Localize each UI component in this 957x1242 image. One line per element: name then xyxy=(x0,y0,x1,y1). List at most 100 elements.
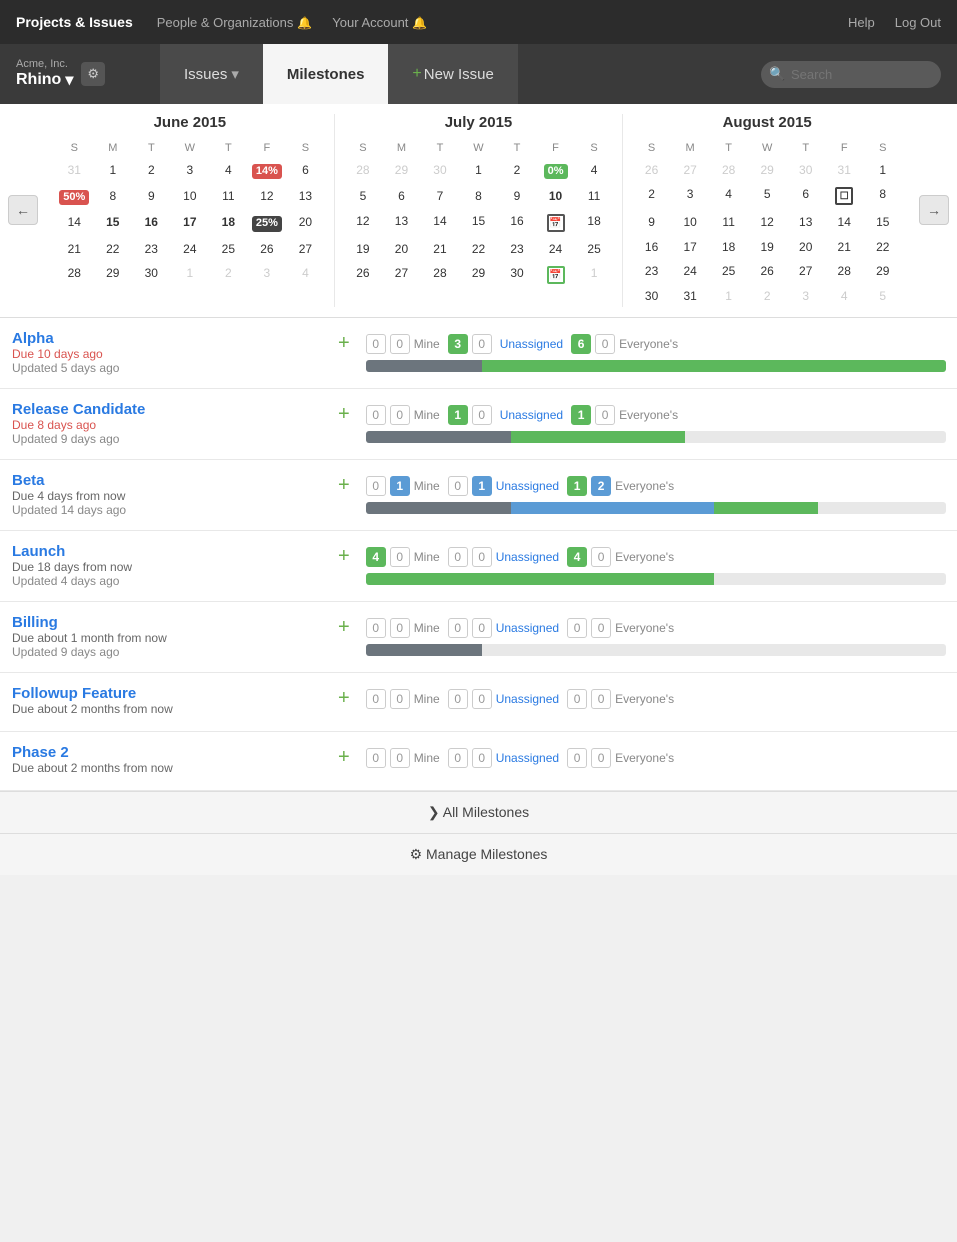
cal-day: 1 xyxy=(95,159,132,183)
progress-bar-launch xyxy=(366,573,946,585)
cal-day: 1 xyxy=(172,262,209,284)
everyone-open-phase2: 0 xyxy=(567,748,587,768)
cal-day: 3 xyxy=(249,262,286,284)
milestone-due-followup: Due about 2 months from now xyxy=(12,702,318,716)
milestones-section: Alpha Due 10 days ago Updated 5 days ago… xyxy=(0,318,957,791)
milestone-stats-beta: 0 1 Mine 0 1 Unassigned 1 2 Everyone's xyxy=(358,472,957,518)
cal-day: 2 xyxy=(499,159,536,183)
cal-day: 9 xyxy=(499,185,536,207)
manage-milestones-button[interactable]: ⚙ Manage Milestones xyxy=(0,833,957,875)
cal-day: 21 xyxy=(56,238,93,260)
tab-issues[interactable]: Issues ▾ xyxy=(160,44,263,104)
milestone-name-followup[interactable]: Followup Feature xyxy=(12,685,318,702)
milestone-row-launch: Launch Due 18 days from now Updated 4 da… xyxy=(0,531,957,602)
cal-day: 31 xyxy=(56,159,93,183)
brand-link[interactable]: Projects & Issues xyxy=(16,14,133,30)
unassigned-label-followup[interactable]: Unassigned xyxy=(496,692,559,706)
cal-day: 16 xyxy=(133,211,170,235)
people-orgs-link[interactable]: People & Organizations xyxy=(157,15,313,30)
cal-day: 30 xyxy=(787,159,824,181)
project-name[interactable]: Rhino xyxy=(16,70,73,90)
settings-gear-button[interactable]: ⚙ xyxy=(81,62,105,86)
cal-day-aug-icon[interactable]: ☐ xyxy=(826,183,863,209)
bell-icon-account xyxy=(412,15,427,30)
cal-day: 18 xyxy=(576,210,613,236)
tab-new-issue[interactable]: + New Issue xyxy=(388,44,517,104)
milestone-add-followup[interactable]: + xyxy=(330,687,358,710)
mine-open-rc: 0 xyxy=(366,405,386,425)
milestone-info-alpha: Alpha Due 10 days ago Updated 5 days ago xyxy=(0,330,330,376)
search-input[interactable] xyxy=(761,61,941,88)
cal-day: 10 xyxy=(172,185,209,209)
cal-day-icon1[interactable]: 📅 xyxy=(537,210,574,236)
milestone-due-launch: Due 18 days from now xyxy=(12,560,318,574)
unassigned-closed-followup: 0 xyxy=(472,689,492,709)
unassigned-label-rc[interactable]: Unassigned xyxy=(500,408,563,422)
cal-day-25pct[interactable]: 25% xyxy=(249,211,286,235)
cal-day: 1 xyxy=(710,285,747,307)
unassigned-label-alpha[interactable]: Unassigned xyxy=(500,337,563,351)
cal-day: 6 xyxy=(787,183,824,209)
mine-closed-rc: 0 xyxy=(390,405,410,425)
progress-bar-billing xyxy=(366,644,946,656)
milestone-info-rc: Release Candidate Due 8 days ago Updated… xyxy=(0,401,330,447)
cal-day: 14 xyxy=(56,211,93,235)
milestone-add-beta[interactable]: + xyxy=(330,474,358,497)
milestone-name-billing[interactable]: Billing xyxy=(12,614,318,631)
unassigned-label-launch[interactable]: Unassigned xyxy=(496,550,559,564)
tab-milestones[interactable]: Milestones xyxy=(263,44,389,104)
cal-day: 2 xyxy=(133,159,170,183)
calendar-prev-button[interactable]: ← xyxy=(8,195,38,225)
everyone-badge-alpha: 6 xyxy=(571,334,591,354)
cal-day: 24 xyxy=(537,238,574,260)
cal-day: 24 xyxy=(672,260,709,282)
milestone-updated-alpha: Updated 5 days ago xyxy=(12,361,318,375)
milestone-add-rc[interactable]: + xyxy=(330,403,358,426)
milestone-add-billing[interactable]: + xyxy=(330,616,358,639)
milestone-add-phase2[interactable]: + xyxy=(330,746,358,769)
unassigned-label-beta[interactable]: Unassigned xyxy=(496,479,559,493)
mine-label-alpha: Mine xyxy=(414,337,440,351)
progress-open-alpha xyxy=(482,360,946,372)
unassigned-label-phase2[interactable]: Unassigned xyxy=(496,751,559,765)
all-milestones-button[interactable]: ❯ All Milestones xyxy=(0,791,957,833)
cal-day: 30 xyxy=(499,262,536,288)
everyone-label-launch: Everyone's xyxy=(615,550,674,564)
cal-day: 29 xyxy=(383,159,420,183)
milestone-name-launch[interactable]: Launch xyxy=(12,543,318,560)
milestone-add-launch[interactable]: + xyxy=(330,545,358,568)
cal-day-icon2[interactable]: 📅 xyxy=(537,262,574,288)
milestone-name-phase2[interactable]: Phase 2 xyxy=(12,744,318,761)
cal-day: 30 xyxy=(633,285,670,307)
everyone-open-followup: 0 xyxy=(567,689,587,709)
cal-day: 29 xyxy=(864,260,901,282)
unassigned-label-billing[interactable]: Unassigned xyxy=(496,621,559,635)
progress-bar-alpha xyxy=(366,360,946,372)
cal-day: 22 xyxy=(864,236,901,258)
cal-day: 28 xyxy=(56,262,93,284)
cal-day: 10 xyxy=(672,211,709,233)
mine-stat-phase2: 0 0 Mine xyxy=(366,748,440,768)
cal-day: 19 xyxy=(345,238,382,260)
cal-day-badge[interactable]: 14% xyxy=(249,159,286,183)
cal-day: 22 xyxy=(95,238,132,260)
cal-day: 12 xyxy=(345,210,382,236)
july-0pct-badge: 0% xyxy=(544,164,568,179)
everyone-label-beta: Everyone's xyxy=(615,479,674,493)
milestone-due-beta: Due 4 days from now xyxy=(12,489,318,503)
milestone-add-alpha[interactable]: + xyxy=(330,332,358,355)
calendar-next-button[interactable]: → xyxy=(919,195,949,225)
milestone-name-beta[interactable]: Beta xyxy=(12,472,318,489)
cal-day-0pct[interactable]: 0% xyxy=(537,159,574,183)
milestone-stats-phase2: 0 0 Mine 0 0 Unassigned 0 0 Everyone's xyxy=(358,744,957,778)
logout-link[interactable]: Log Out xyxy=(895,15,941,30)
milestone-name-alpha[interactable]: Alpha xyxy=(12,330,318,347)
cal-day: 28 xyxy=(345,159,382,183)
stats-row-rc: 0 0 Mine 1 0 Unassigned 1 0 Everyone's xyxy=(366,405,949,425)
cal-day: 15 xyxy=(460,210,497,236)
help-link[interactable]: Help xyxy=(848,15,875,30)
milestone-name-rc[interactable]: Release Candidate xyxy=(12,401,318,418)
your-account-link[interactable]: Your Account xyxy=(332,15,427,30)
stats-row-billing: 0 0 Mine 0 0 Unassigned 0 0 Everyone's xyxy=(366,618,949,638)
cal-day-50pct[interactable]: 50% xyxy=(56,185,93,209)
